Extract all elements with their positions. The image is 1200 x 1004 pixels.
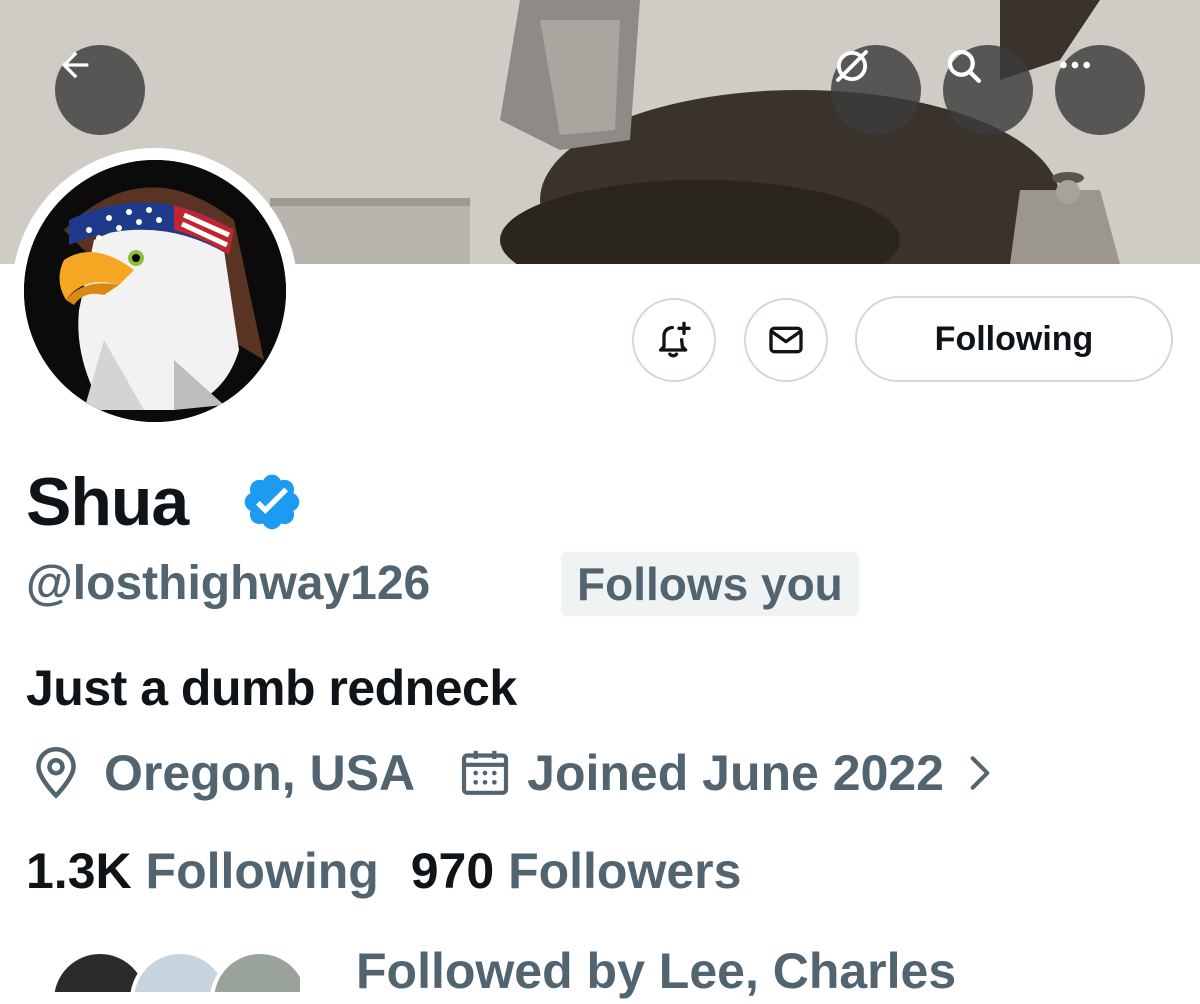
verified-badge-icon[interactable] — [240, 470, 304, 534]
chevron-right-icon — [970, 756, 990, 790]
search-button[interactable] — [943, 45, 1033, 135]
following-link[interactable]: 1.3K Following — [26, 843, 393, 899]
profile-meta: Oregon, USA Joined June 2022 — [26, 738, 998, 808]
following-label: Following — [145, 843, 379, 899]
grok-slash-circle-icon — [836, 50, 868, 82]
location: Oregon, USA — [26, 743, 415, 803]
followers-link[interactable]: 970 Followers — [411, 843, 742, 899]
followed-by-text[interactable]: Followed by Lee, Charles — [356, 938, 956, 1004]
follows-you-badge: Follows you — [561, 552, 859, 616]
followers-you-know-avatars[interactable] — [40, 952, 300, 992]
join-date-text: Joined June 2022 — [527, 745, 944, 801]
back-button[interactable] — [55, 45, 145, 135]
display-name: Shua — [26, 464, 189, 540]
grok-button[interactable] — [831, 45, 921, 135]
location-text: Oregon, USA — [104, 745, 416, 801]
bell-plus-icon — [659, 321, 691, 358]
eagle-avatar-image — [24, 160, 286, 422]
notifications-button[interactable] — [632, 298, 716, 382]
follow-stats: 1.3K Following 970 Followers — [26, 838, 741, 904]
profile-bio: Just a dumb redneck — [26, 660, 517, 716]
more-button[interactable] — [1055, 45, 1145, 135]
search-icon — [947, 49, 981, 83]
location-pin-icon — [36, 746, 76, 799]
username-handle: @losthighway126 — [26, 557, 431, 610]
following-count: 1.3K — [26, 843, 132, 899]
following-button[interactable]: Following — [855, 296, 1173, 382]
join-date[interactable]: Joined June 2022 — [457, 744, 998, 802]
followers-label: Followers — [508, 843, 742, 899]
arrow-left-icon — [61, 51, 89, 79]
calendar-icon — [462, 750, 509, 795]
more-horizontal-icon — [1060, 61, 1090, 69]
message-button[interactable] — [744, 298, 828, 382]
avatar[interactable] — [24, 160, 286, 422]
envelope-icon — [769, 326, 803, 354]
followers-count: 970 — [410, 843, 495, 899]
